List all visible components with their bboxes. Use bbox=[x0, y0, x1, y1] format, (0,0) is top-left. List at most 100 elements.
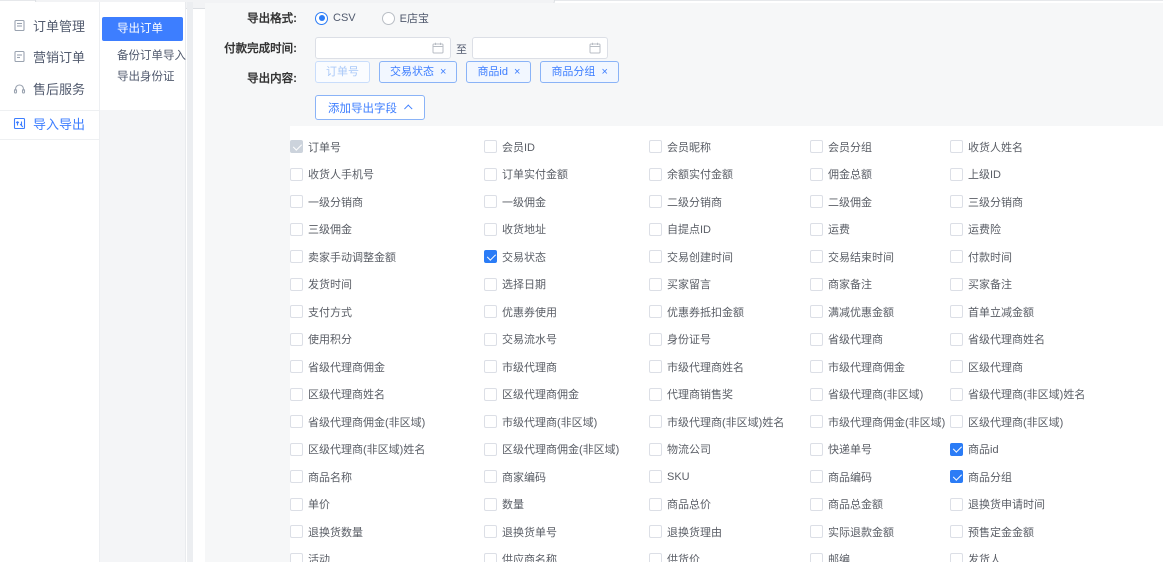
field-checkbox-cell[interactable]: 付款时间 bbox=[950, 243, 1163, 271]
field-checkbox-cell[interactable]: 买家备注 bbox=[950, 271, 1163, 299]
field-checkbox-cell[interactable]: 商品编码 bbox=[810, 463, 950, 491]
sidebar-item-3[interactable]: 售后服务 bbox=[13, 78, 85, 99]
field-checkbox-cell[interactable]: 发货时间 bbox=[290, 271, 484, 299]
field-checkbox-cell[interactable]: 运费 bbox=[810, 216, 950, 244]
field-checkbox-cell[interactable]: 二级佣金 bbox=[810, 188, 950, 216]
submenu-item-3[interactable]: 导出身份证 bbox=[102, 65, 183, 89]
field-checkbox-cell[interactable]: 区级代理商(非区域)姓名 bbox=[290, 436, 484, 464]
field-checkbox-cell[interactable]: 会员ID bbox=[484, 133, 649, 161]
field-checkbox-cell[interactable]: 会员分组 bbox=[810, 133, 950, 161]
field-checkbox-cell[interactable]: 邮编 bbox=[810, 546, 950, 562]
field-checkbox-cell[interactable]: 一级佣金 bbox=[484, 188, 649, 216]
date-from-input[interactable] bbox=[315, 37, 451, 59]
field-checkbox-cell[interactable]: 商品总金额 bbox=[810, 491, 950, 519]
field-checkbox-cell[interactable]: 市级代理商 bbox=[484, 353, 649, 381]
field-checkbox-cell[interactable]: 首单立减金额 bbox=[950, 298, 1163, 326]
field-checkbox-cell[interactable]: 省级代理商姓名 bbox=[950, 326, 1163, 354]
export-field-tag[interactable]: 商品id× bbox=[466, 61, 531, 83]
field-checkbox-cell[interactable]: 收货人姓名 bbox=[950, 133, 1163, 161]
field-checkbox-cell[interactable]: 商家备注 bbox=[810, 271, 950, 299]
field-checkbox-cell[interactable]: 退换货单号 bbox=[484, 518, 649, 546]
field-checkbox-cell[interactable]: 退换货数量 bbox=[290, 518, 484, 546]
field-checkbox-cell[interactable]: 三级分销商 bbox=[950, 188, 1163, 216]
field-checkbox-cell[interactable]: 省级代理商佣金(非区域) bbox=[290, 408, 484, 436]
date-to-input[interactable] bbox=[472, 37, 608, 59]
field-checkbox-cell[interactable]: 省级代理商(非区域) bbox=[810, 381, 950, 409]
field-checkbox-cell[interactable]: 商品总价 bbox=[649, 491, 810, 519]
field-checkbox-cell[interactable]: 交易结束时间 bbox=[810, 243, 950, 271]
field-checkbox-cell[interactable]: 单价 bbox=[290, 491, 484, 519]
export-field-tag[interactable]: 商品分组× bbox=[540, 61, 618, 83]
field-checkbox-cell[interactable]: 优惠券使用 bbox=[484, 298, 649, 326]
sidebar-item-4[interactable]: 导入导出 bbox=[13, 113, 85, 134]
field-checkbox-cell[interactable]: 交易流水号 bbox=[484, 326, 649, 354]
field-checkbox-cell[interactable]: 市级代理商姓名 bbox=[649, 353, 810, 381]
field-checkbox-cell[interactable]: 收货人手机号 bbox=[290, 161, 484, 189]
field-checkbox-cell[interactable]: 供应商名称 bbox=[484, 546, 649, 562]
date-from-field[interactable] bbox=[322, 42, 432, 54]
field-checkbox-cell[interactable]: 满减优惠金额 bbox=[810, 298, 950, 326]
field-checkbox-cell[interactable]: 佣金总额 bbox=[810, 161, 950, 189]
field-checkbox-cell[interactable]: 区级代理商(非区域) bbox=[950, 408, 1163, 436]
field-checkbox-cell[interactable]: 卖家手动调整金额 bbox=[290, 243, 484, 271]
field-checkbox-cell[interactable]: 运费险 bbox=[950, 216, 1163, 244]
field-checkbox-cell[interactable]: 商品名称 bbox=[290, 463, 484, 491]
field-checkbox-cell[interactable]: 退换货理由 bbox=[649, 518, 810, 546]
sidebar-item-2[interactable]: 营销订单 bbox=[13, 46, 85, 67]
field-checkbox-cell[interactable]: 市级代理商(非区域) bbox=[484, 408, 649, 436]
field-checkbox-cell[interactable]: 买家留言 bbox=[649, 271, 810, 299]
field-checkbox-cell[interactable]: 商品分组 bbox=[950, 463, 1163, 491]
add-export-field-button[interactable]: 添加导出字段 bbox=[315, 95, 425, 120]
field-checkbox-cell[interactable]: 退换货申请时间 bbox=[950, 491, 1163, 519]
field-checkbox-cell[interactable]: SKU bbox=[649, 463, 810, 491]
field-checkbox-cell[interactable]: 商品id bbox=[950, 436, 1163, 464]
field-checkbox-cell[interactable]: 代理商销售奖 bbox=[649, 381, 810, 409]
field-checkbox-cell[interactable]: 省级代理商佣金 bbox=[290, 353, 484, 381]
field-checkbox-cell[interactable]: 商家编码 bbox=[484, 463, 649, 491]
field-checkbox-cell[interactable]: 区级代理商佣金 bbox=[484, 381, 649, 409]
field-checkbox-cell[interactable]: 区级代理商佣金(非区域) bbox=[484, 436, 649, 464]
field-checkbox-cell[interactable]: 上级ID bbox=[950, 161, 1163, 189]
field-checkbox-cell[interactable]: 使用积分 bbox=[290, 326, 484, 354]
field-checkbox-cell[interactable]: 市级代理商佣金 bbox=[810, 353, 950, 381]
field-checkbox-cell[interactable]: 省级代理商(非区域)姓名 bbox=[950, 381, 1163, 409]
field-checkbox-cell[interactable]: 订单实付金额 bbox=[484, 161, 649, 189]
field-checkbox-cell[interactable]: 物流公司 bbox=[649, 436, 810, 464]
format-radio-E店宝[interactable]: E店宝 bbox=[382, 10, 429, 26]
field-checkbox-cell[interactable]: 发货人 bbox=[950, 546, 1163, 562]
field-checkbox-cell[interactable]: 优惠券抵扣金额 bbox=[649, 298, 810, 326]
field-checkbox-cell[interactable]: 市级代理商佣金(非区域) bbox=[810, 408, 950, 436]
scrollbar-track[interactable] bbox=[187, 2, 193, 562]
field-checkbox-cell[interactable]: 选择日期 bbox=[484, 271, 649, 299]
close-icon[interactable]: × bbox=[601, 66, 607, 78]
export-field-tag[interactable]: 交易状态× bbox=[379, 61, 457, 83]
field-checkbox-cell[interactable]: 供货价 bbox=[649, 546, 810, 562]
close-icon[interactable]: × bbox=[440, 66, 446, 78]
field-checkbox-cell[interactable]: 省级代理商 bbox=[810, 326, 950, 354]
field-checkbox-cell[interactable]: 支付方式 bbox=[290, 298, 484, 326]
field-checkbox-cell[interactable]: 收货地址 bbox=[484, 216, 649, 244]
field-checkbox-cell[interactable]: 快递单号 bbox=[810, 436, 950, 464]
submenu-item-1[interactable]: 导出订单 bbox=[102, 17, 183, 41]
field-checkbox-cell[interactable]: 预售定金金额 bbox=[950, 518, 1163, 546]
field-checkbox-cell[interactable]: 自提点ID bbox=[649, 216, 810, 244]
format-radio-CSV[interactable]: CSV bbox=[315, 10, 356, 26]
field-checkbox-cell[interactable]: 交易创建时间 bbox=[649, 243, 810, 271]
field-checkbox-cell[interactable]: 一级分销商 bbox=[290, 188, 484, 216]
date-to-field[interactable] bbox=[479, 42, 589, 54]
field-checkbox-cell[interactable]: 二级分销商 bbox=[649, 188, 810, 216]
field-checkbox-cell[interactable]: 实际退款金额 bbox=[810, 518, 950, 546]
field-checkbox-cell[interactable]: 区级代理商姓名 bbox=[290, 381, 484, 409]
sidebar-item-1[interactable]: 订单管理 bbox=[13, 15, 85, 36]
field-checkbox-cell[interactable]: 会员昵称 bbox=[649, 133, 810, 161]
field-checkbox-cell[interactable]: 身份证号 bbox=[649, 326, 810, 354]
field-checkbox-cell[interactable]: 区级代理商 bbox=[950, 353, 1163, 381]
field-checkbox-cell[interactable]: 交易状态 bbox=[484, 243, 649, 271]
field-checkbox-cell[interactable]: 数量 bbox=[484, 491, 649, 519]
field-checkbox-cell[interactable]: 活动 bbox=[290, 546, 484, 562]
field-checkbox-cell[interactable]: 市级代理商(非区域)姓名 bbox=[649, 408, 810, 436]
field-checkbox-cell[interactable]: 余额实付金额 bbox=[649, 161, 810, 189]
field-label: 区级代理商佣金(非区域) bbox=[502, 441, 619, 457]
close-icon[interactable]: × bbox=[514, 66, 520, 78]
field-checkbox-cell[interactable]: 三级佣金 bbox=[290, 216, 484, 244]
